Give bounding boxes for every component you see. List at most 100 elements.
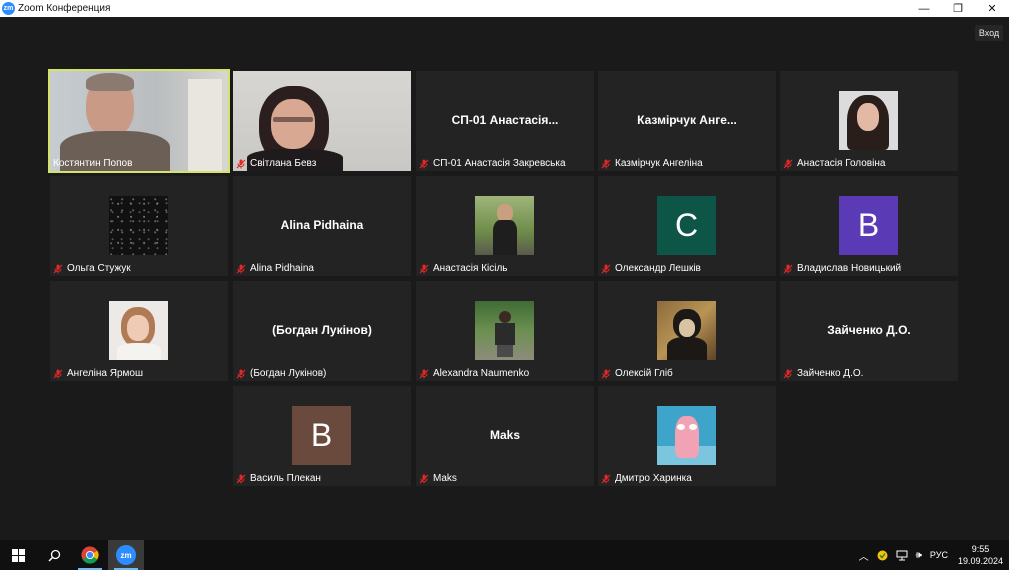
participant-tile[interactable]: B Василь Плекан <box>233 386 411 486</box>
zoom-app-icon: zm <box>2 2 15 15</box>
muted-mic-icon <box>783 159 793 168</box>
muted-mic-icon <box>53 264 63 273</box>
participant-name-label: СП-01 Анастасія Закревська <box>419 157 566 170</box>
participant-name: СП-01 Анастасія Закревська <box>433 158 566 169</box>
participant-name-label: Владислав Новицький <box>783 262 901 275</box>
profile-photo <box>839 91 898 150</box>
clock-time: 9:55 <box>971 544 990 554</box>
participant-name-label: Alina Pidhaina <box>236 262 314 275</box>
participant-tile[interactable]: Alina Pidhaina Alina Pidhaina <box>233 176 411 276</box>
participant-tile[interactable]: Костянтин Попов <box>48 69 230 173</box>
search-button[interactable] <box>36 540 72 570</box>
participant-video <box>50 71 228 171</box>
profile-photo <box>657 301 716 360</box>
participant-display-name: Казмірчук Анге... <box>637 113 737 127</box>
participant-name: Олексій Гліб <box>615 368 673 379</box>
participant-name: Alina Pidhaina <box>250 263 314 274</box>
meeting-gallery: Вход Костянтин Попов Світлана Бевз СП-01 А… <box>0 17 1009 540</box>
participant-name-label: Казмірчук Ангеліна <box>601 157 703 170</box>
participant-tile[interactable]: Maks Maks <box>416 386 594 486</box>
muted-mic-icon <box>601 264 611 273</box>
participant-tile[interactable]: C Олександр Лешків <box>598 176 776 276</box>
muted-mic-icon <box>601 159 611 168</box>
participant-name: Ангеліна Ярмош <box>67 368 144 379</box>
muted-mic-icon <box>53 369 63 378</box>
participant-initial-avatar: C <box>657 196 716 255</box>
participant-display-name: Maks <box>489 428 521 442</box>
muted-mic-icon <box>236 159 246 168</box>
participant-tile[interactable]: B Владислав Новицький <box>780 176 958 276</box>
clock-date: 19.09.2024 <box>957 556 1003 566</box>
windows-icon <box>11 548 25 562</box>
muted-mic-icon <box>419 264 429 273</box>
chrome-taskbar-button[interactable] <box>72 540 108 570</box>
participant-name-label: Maks <box>419 472 457 485</box>
muted-mic-icon <box>419 474 429 483</box>
participant-name-label: Костянтин Попов <box>53 157 132 170</box>
profile-photo <box>657 406 716 465</box>
muted-mic-icon <box>601 474 611 483</box>
participant-initial-avatar: B <box>292 406 351 465</box>
participant-name: Олександр Лешків <box>615 263 701 274</box>
participant-name-label: Анастасія Кісіль <box>419 262 508 275</box>
profile-photo <box>475 196 534 255</box>
participant-tile[interactable]: Зайченко Д.О. Зайченко Д.О. <box>780 281 958 381</box>
participant-tile[interactable]: СП-01 Анастасія... СП-01 Анастасія Закрев… <box>416 71 594 171</box>
participant-name-label: (Богдан Лукінов) <box>236 367 326 380</box>
zoom-taskbar-button[interactable]: zm <box>108 540 144 570</box>
taskbar: zm ︿ 🕪 РУС 9:55 19.09.2024 <box>0 540 1009 570</box>
participant-name: Анастасія Кісіль <box>433 263 508 274</box>
participant-tile[interactable]: Світлана Бевз <box>233 71 411 171</box>
restore-button[interactable]: ❐ <box>941 0 975 17</box>
profile-photo <box>475 301 534 360</box>
participant-name: (Богдан Лукінов) <box>250 368 327 379</box>
profile-photo <box>109 301 168 360</box>
participant-display-name: СП-01 Анастасія... <box>451 113 559 127</box>
participant-tile[interactable]: (Богдан Лукінов) (Богдан Лукінов) <box>233 281 411 381</box>
tray-overflow-chevron-icon[interactable]: ︿ <box>859 548 869 563</box>
participant-initial-avatar: B <box>839 196 898 255</box>
participant-name-label: Василь Плекан <box>236 472 321 485</box>
participant-name-label: Alexandra Naumenko <box>419 367 529 380</box>
participant-display-name: Зайченко Д.О. <box>827 323 911 337</box>
close-button[interactable]: ✕ <box>975 0 1009 17</box>
security-shield-icon[interactable] <box>877 550 888 561</box>
participant-tile[interactable]: Анастасія Головіна <box>780 71 958 171</box>
muted-mic-icon <box>783 264 793 273</box>
system-tray: ︿ 🕪 РУС 9:55 19.09.2024 <box>855 540 1003 570</box>
minimize-button[interactable]: — <box>907 0 941 17</box>
muted-mic-icon <box>419 159 429 168</box>
network-icon[interactable] <box>896 550 908 561</box>
muted-mic-icon <box>236 474 246 483</box>
participant-name: Maks <box>433 473 457 484</box>
participant-tile[interactable]: Alexandra Naumenko <box>416 281 594 381</box>
exit-fullscreen-button[interactable]: Вход <box>975 25 1003 41</box>
clock[interactable]: 9:55 19.09.2024 <box>958 543 1003 567</box>
participant-tile[interactable]: Дмитро Харинка <box>598 386 776 486</box>
participant-name: Alexandra Naumenko <box>433 368 530 379</box>
muted-mic-icon <box>419 369 429 378</box>
volume-icon[interactable]: 🕪 <box>916 550 922 561</box>
window-controls: — ❐ ✕ <box>907 0 1009 17</box>
participant-display-name: Alina Pidhaina <box>280 218 364 232</box>
start-button[interactable] <box>0 540 36 570</box>
participant-name-label: Олексій Гліб <box>601 367 673 380</box>
participant-tile[interactable]: Ольга Стужук <box>50 176 228 276</box>
participant-tile[interactable]: Олексій Гліб <box>598 281 776 381</box>
participant-tile[interactable]: Анастасія Кісіль <box>416 176 594 276</box>
participant-name-label: Анастасія Головіна <box>783 157 885 170</box>
participant-tile[interactable]: Ангеліна Ярмош <box>50 281 228 381</box>
zoom-icon: zm <box>116 545 136 565</box>
participant-name-label: Олександр Лешків <box>601 262 701 275</box>
muted-mic-icon <box>601 369 611 378</box>
participant-name: Дмитро Харинка <box>615 473 692 484</box>
input-language-indicator[interactable]: РУС <box>930 550 948 560</box>
participant-name: Костянтин Попов <box>53 158 133 169</box>
muted-mic-icon <box>236 264 246 273</box>
participant-tile[interactable]: Казмірчук Анге... Казмірчук Ангеліна <box>598 71 776 171</box>
participant-name: Зайченко Д.О. <box>797 368 864 379</box>
muted-mic-icon <box>783 369 793 378</box>
window-title: Zoom Конференция <box>18 3 111 14</box>
chrome-icon <box>81 546 99 564</box>
search-icon <box>47 549 60 562</box>
